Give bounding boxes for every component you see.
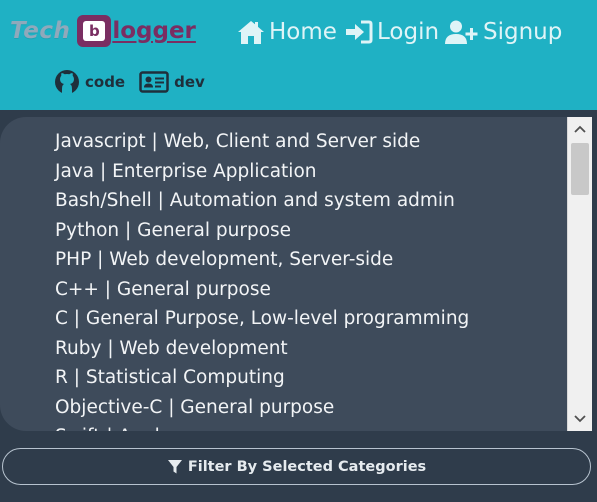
sign-in-icon: [345, 19, 373, 45]
home-icon: [237, 19, 265, 45]
code-link-label: code: [85, 73, 126, 91]
code-link[interactable]: code: [54, 69, 125, 95]
list-item[interactable]: PHP | Web development, Server-side: [55, 245, 469, 275]
dev-link[interactable]: dev: [139, 69, 205, 95]
brand-badge-letter: b: [83, 21, 106, 41]
list-item[interactable]: Javascript | Web, Client and Server side: [55, 127, 469, 157]
brand-badge: b: [77, 15, 112, 47]
dev-link-label: dev: [174, 73, 205, 91]
top-header: Tech b logger Home Login Signup code dev: [0, 0, 597, 110]
list-item[interactable]: Objective-C | General purpose: [55, 393, 469, 423]
nav-home-label: Home: [269, 19, 337, 45]
filter-icon: [167, 459, 183, 475]
category-listbox[interactable]: Javascript | Web, Client and Server side…: [0, 117, 592, 431]
brand-name-part1: Tech: [10, 18, 71, 44]
list-item[interactable]: C++ | General purpose: [55, 275, 469, 305]
brand-name-part2: logger: [112, 18, 196, 44]
list-item[interactable]: R | Statistical Computing: [55, 363, 469, 393]
list-item[interactable]: C | General Purpose, Low-level programmi…: [55, 304, 469, 334]
nav-home-link[interactable]: Home: [237, 14, 337, 50]
list-item[interactable]: Bash/Shell | Automation and system admin: [55, 186, 469, 216]
list-item[interactable]: Python | General purpose: [55, 216, 469, 246]
scroll-up-icon[interactable]: [568, 117, 592, 141]
id-card-icon: [139, 69, 169, 95]
list-item[interactable]: Swift | Apple: [55, 422, 469, 431]
user-plus-icon: [445, 19, 479, 45]
list-item[interactable]: Ruby | Web development: [55, 334, 469, 364]
nav-login-link[interactable]: Login: [345, 14, 439, 50]
scrollbar-thumb[interactable]: [571, 143, 589, 195]
brand-logo[interactable]: Tech b logger: [10, 14, 196, 48]
nav-signup-label: Signup: [483, 19, 563, 45]
list-scrollbar[interactable]: [567, 117, 592, 431]
nav-signup-link[interactable]: Signup: [445, 14, 562, 50]
filter-button[interactable]: Filter By Selected Categories: [2, 448, 591, 485]
social-links: code dev: [54, 69, 219, 95]
filter-button-label: Filter By Selected Categories: [187, 458, 427, 475]
category-list: Javascript | Web, Client and Server side…: [55, 127, 469, 431]
list-item[interactable]: Java | Enterprise Application: [55, 157, 469, 187]
scroll-down-icon[interactable]: [568, 407, 592, 431]
nav-login-label: Login: [377, 19, 440, 45]
github-icon: [54, 69, 80, 95]
